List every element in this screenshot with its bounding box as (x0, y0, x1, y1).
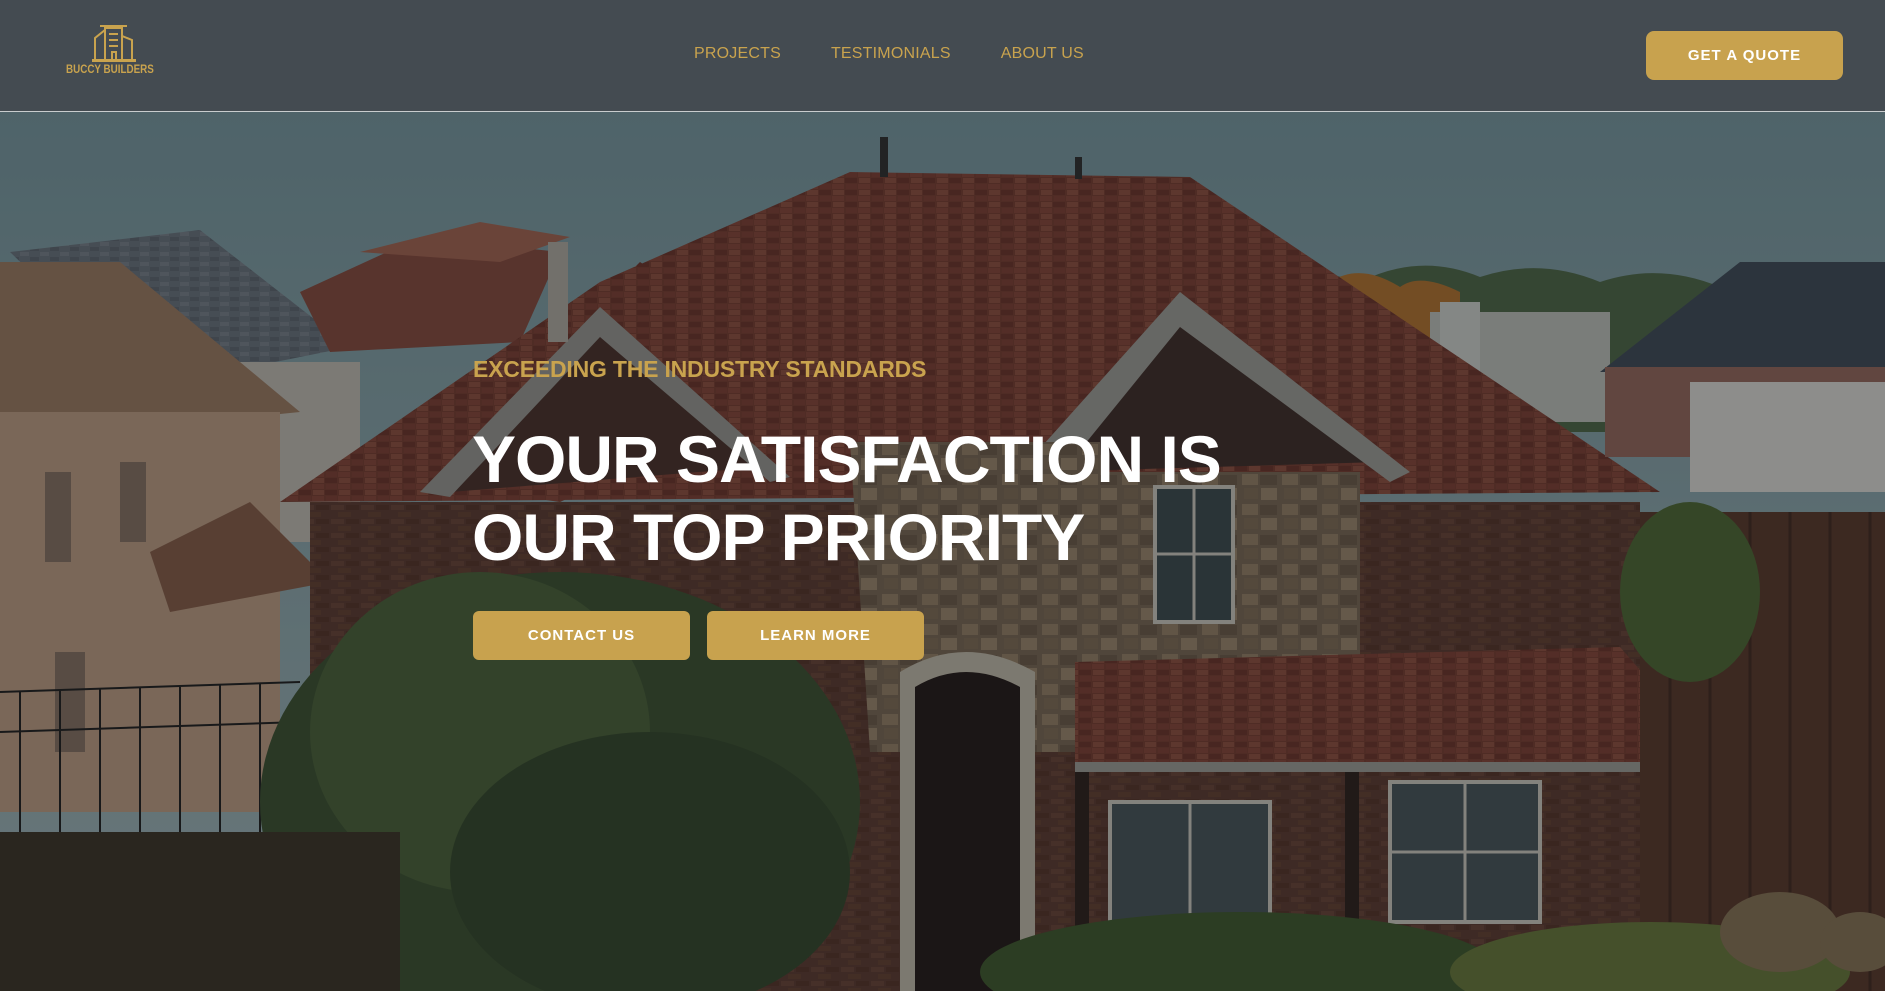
site-header: BUCCY BUILDERS PROJECTS TESTIMONIALS ABO… (0, 0, 1885, 112)
nav-about-us[interactable]: ABOUT US (1001, 45, 1084, 63)
contact-us-button[interactable]: CONTACT US (473, 611, 690, 660)
hero-section: EXCEEDING THE INDUSTRY STANDARDS YOUR SA… (0, 112, 1885, 991)
hero-eyebrow: EXCEEDING THE INDUSTRY STANDARDS (473, 356, 927, 382)
hero-headline: YOUR SATISFACTION IS OUR TOP PRIORITY (472, 422, 1222, 574)
logo-text-part1: BUCCY (66, 62, 101, 76)
get-a-quote-button[interactable]: GET A QUOTE (1646, 31, 1843, 80)
logo-wordmark: BUCCY BUILDERS (66, 62, 154, 76)
nav-projects[interactable]: PROJECTS (694, 45, 781, 63)
landing-page: BUCCY BUILDERS PROJECTS TESTIMONIALS ABO… (0, 0, 1885, 991)
nav-testimonials[interactable]: TESTIMONIALS (831, 45, 951, 63)
logo-text-part2: BUILDERS (103, 62, 154, 76)
learn-more-button[interactable]: LEARN MORE (707, 611, 924, 660)
building-logo-icon (92, 25, 136, 62)
main-nav: PROJECTS TESTIMONIALS ABOUT US (694, 45, 1084, 63)
site-logo[interactable]: BUCCY BUILDERS (66, 24, 162, 80)
